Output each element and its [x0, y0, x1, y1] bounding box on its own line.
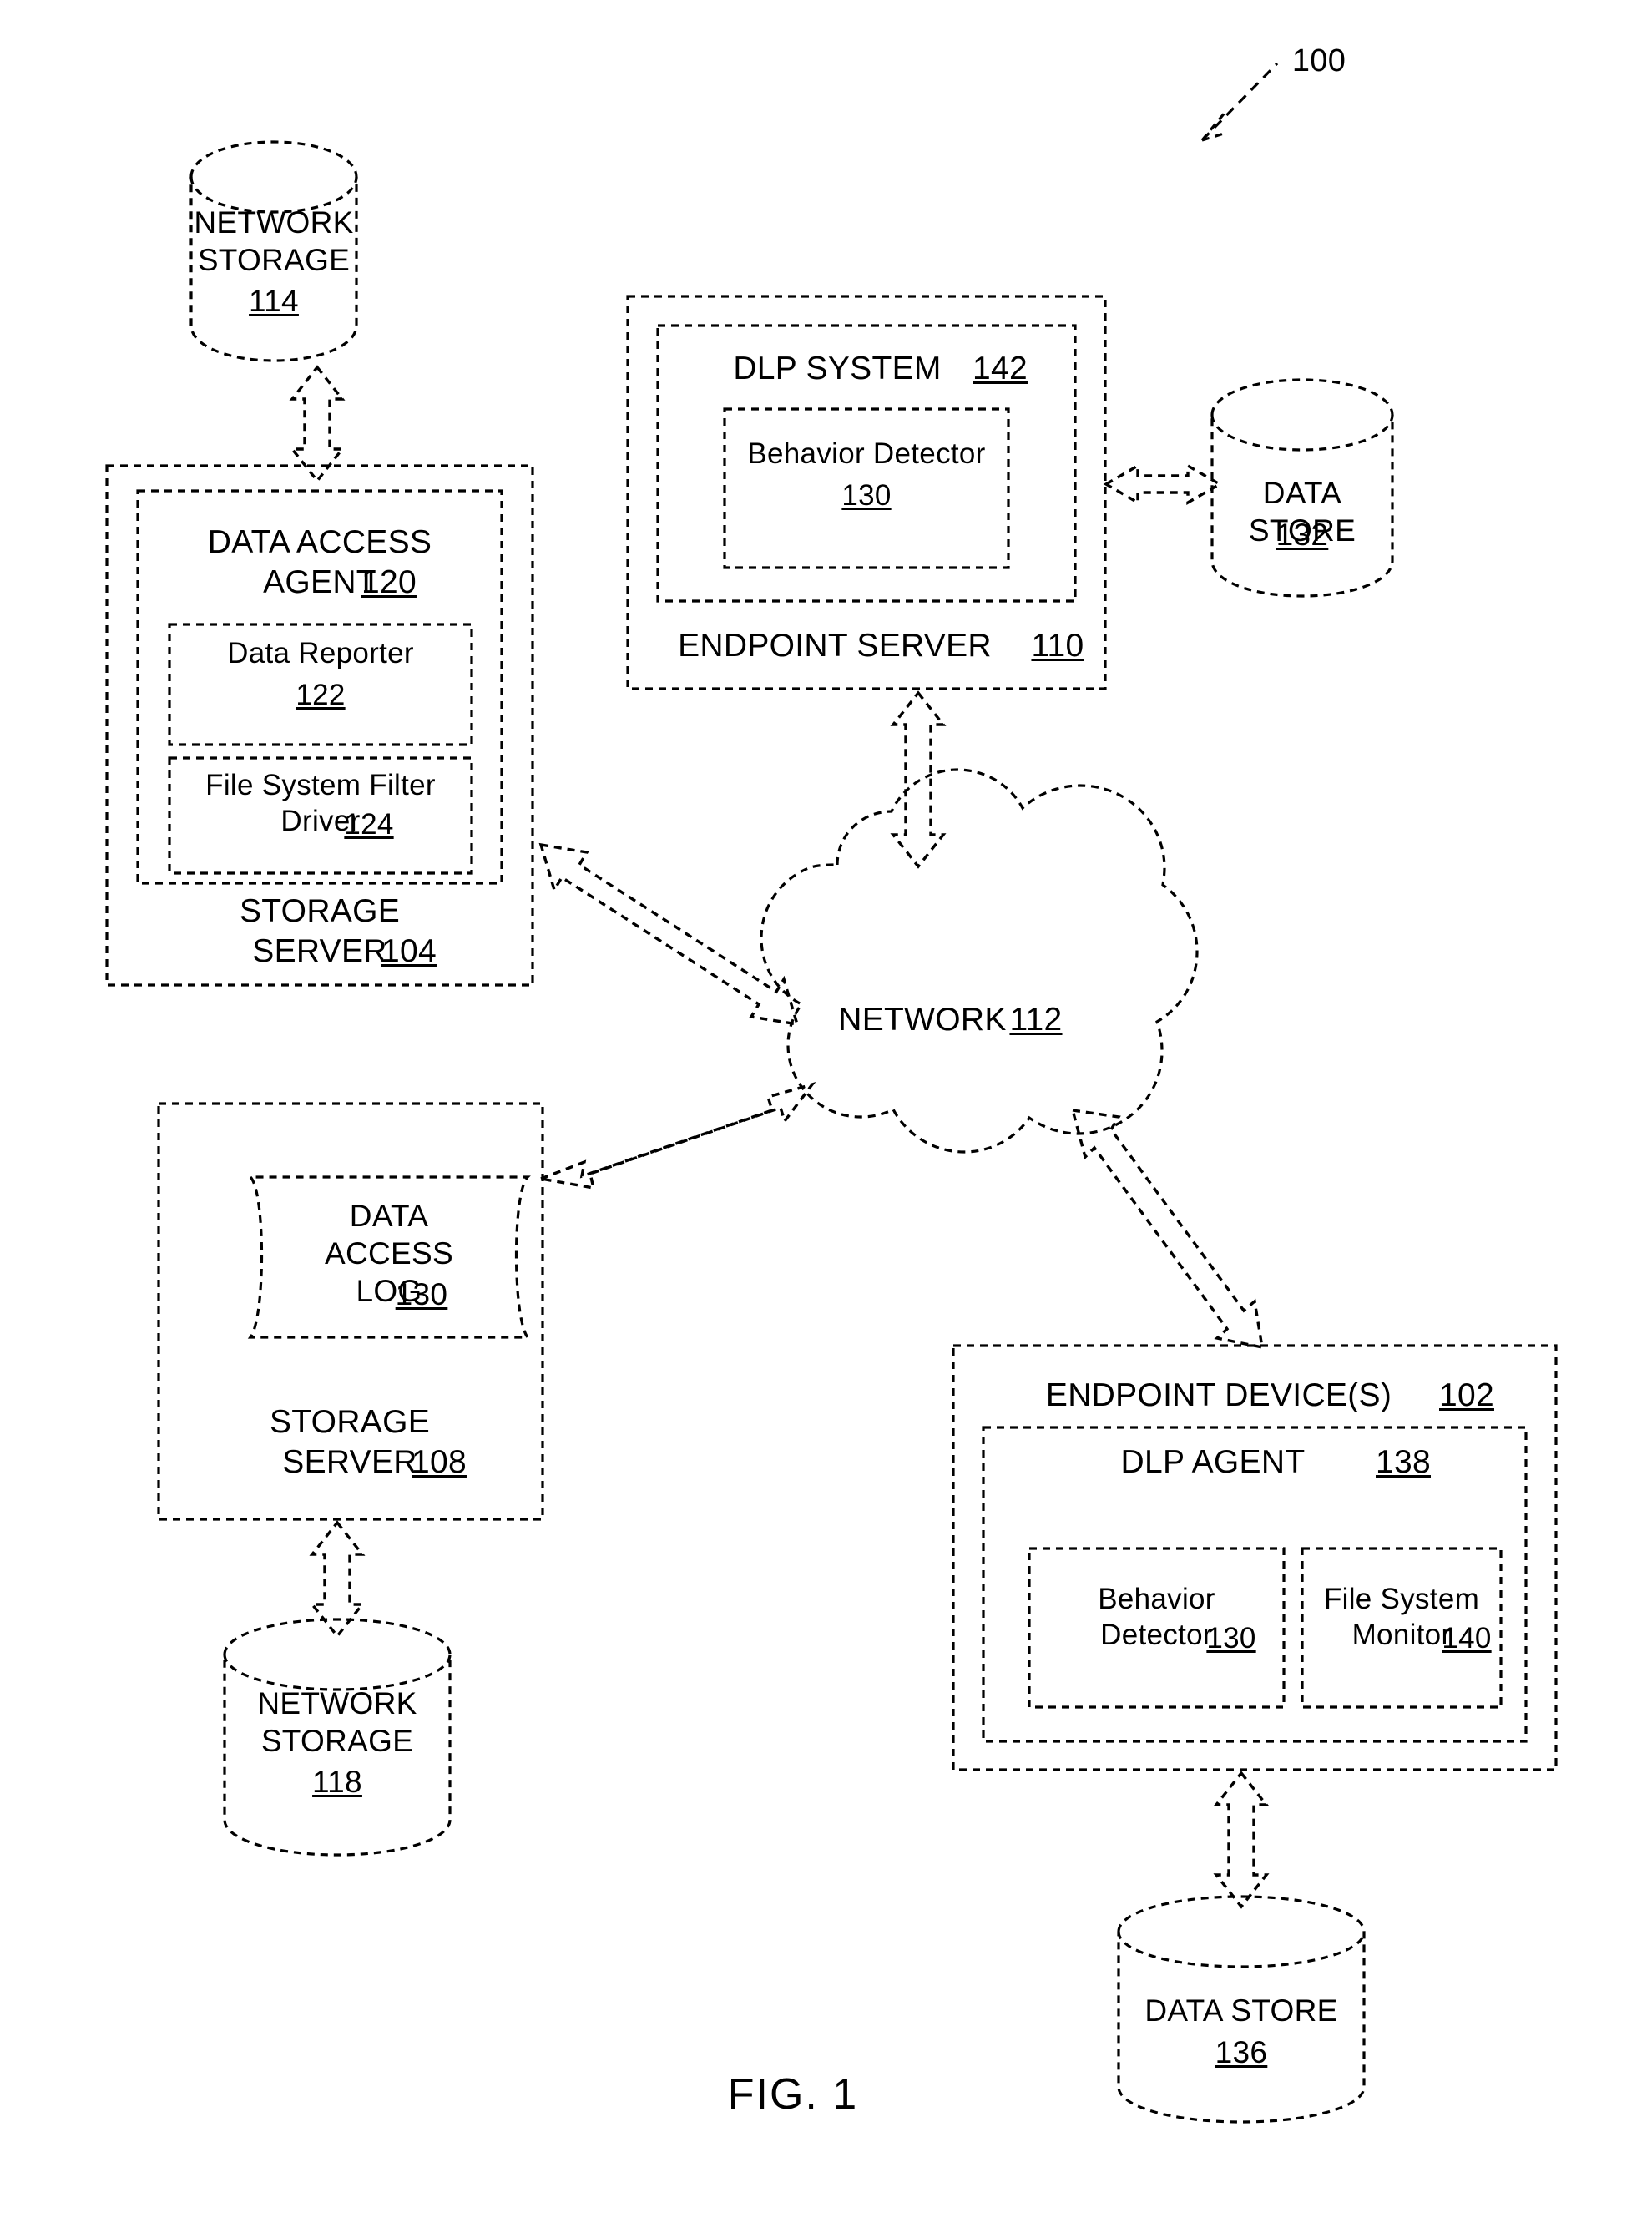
- storage-server-108-ref: 108: [412, 1444, 467, 1480]
- endpoint-devices-102-label: ENDPOINT DEVICE(S): [1045, 1377, 1392, 1413]
- dlp-system-142-label: DLP SYSTEM: [733, 351, 942, 386]
- arrow-network-storage-114-storage-server-104: [289, 365, 346, 483]
- behavior-detector-130-server-ref: 130: [841, 479, 892, 512]
- data-store-132-ref: 132: [1276, 518, 1329, 552]
- data-reporter-122-ref: 122: [296, 679, 346, 711]
- file-system-filter-driver-124-label: File System Filter Driver: [205, 769, 436, 837]
- arrow-network-112-endpoint-devices-102: [1070, 1108, 1265, 1350]
- diagram-line-art: .ln { fill:none; stroke:#000; stroke-wid…: [105, 62, 1558, 2124]
- dlp-agent-138-label: DLP AGENT: [1120, 1444, 1306, 1480]
- storage-server-104-ref: 104: [381, 933, 437, 969]
- endpoint-devices-102-ref: 102: [1439, 1377, 1494, 1413]
- endpoint-server-110-label: ENDPOINT SERVER: [678, 628, 992, 664]
- network-storage-118-ref: 118: [312, 1765, 362, 1799]
- arrow-dlp-system-142-data-store-132: [1103, 463, 1223, 505]
- data-access-log-130-ref: 130: [395, 1277, 448, 1311]
- data-access-agent-120-ref: 120: [361, 564, 417, 600]
- patent-figure-1: .ln { fill:none; stroke:#000; stroke-wid…: [0, 0, 1652, 2228]
- network-storage-114-ref: 114: [249, 284, 299, 318]
- file-system-monitor-140-ref: 140: [1442, 1622, 1492, 1655]
- behavior-detector-130-server-label: Behavior Detector: [747, 437, 986, 470]
- data-access-agent-120-label: DATA ACCESS AGENT: [207, 524, 432, 600]
- data-reporter-122-label: Data Reporter: [227, 637, 414, 669]
- file-system-filter-driver-124-ref: 124: [344, 808, 394, 841]
- data-store-136-ref: 136: [1215, 2035, 1268, 2069]
- arrow-storage-server-108-network-112: [535, 1081, 816, 1190]
- data-store-136-label: DATA STORE: [1144, 1993, 1338, 2028]
- endpoint-server-110-ref: 110: [1031, 628, 1084, 664]
- system-reference-100: 100: [1291, 43, 1346, 78]
- behavior-detector-130-agent-ref: 130: [1206, 1622, 1256, 1655]
- network-storage-118-label: NETWORK STORAGE: [257, 1686, 417, 1759]
- dlp-agent-138-ref: 138: [1376, 1444, 1431, 1480]
- figure-caption: FIG. 1: [727, 2070, 859, 2119]
- dlp-system-142-ref: 142: [973, 351, 1028, 386]
- system-reference-leader: [1200, 62, 1279, 142]
- network-112-cloud-shape: [760, 768, 1199, 1154]
- network-storage-114-label: NETWORK STORAGE: [194, 205, 354, 278]
- arrow-storage-server-104-network-112: [538, 842, 800, 1027]
- arrow-endpoint-devices-102-data-store-136: [1213, 1771, 1270, 1909]
- network-112-ref: 112: [1009, 1002, 1063, 1038]
